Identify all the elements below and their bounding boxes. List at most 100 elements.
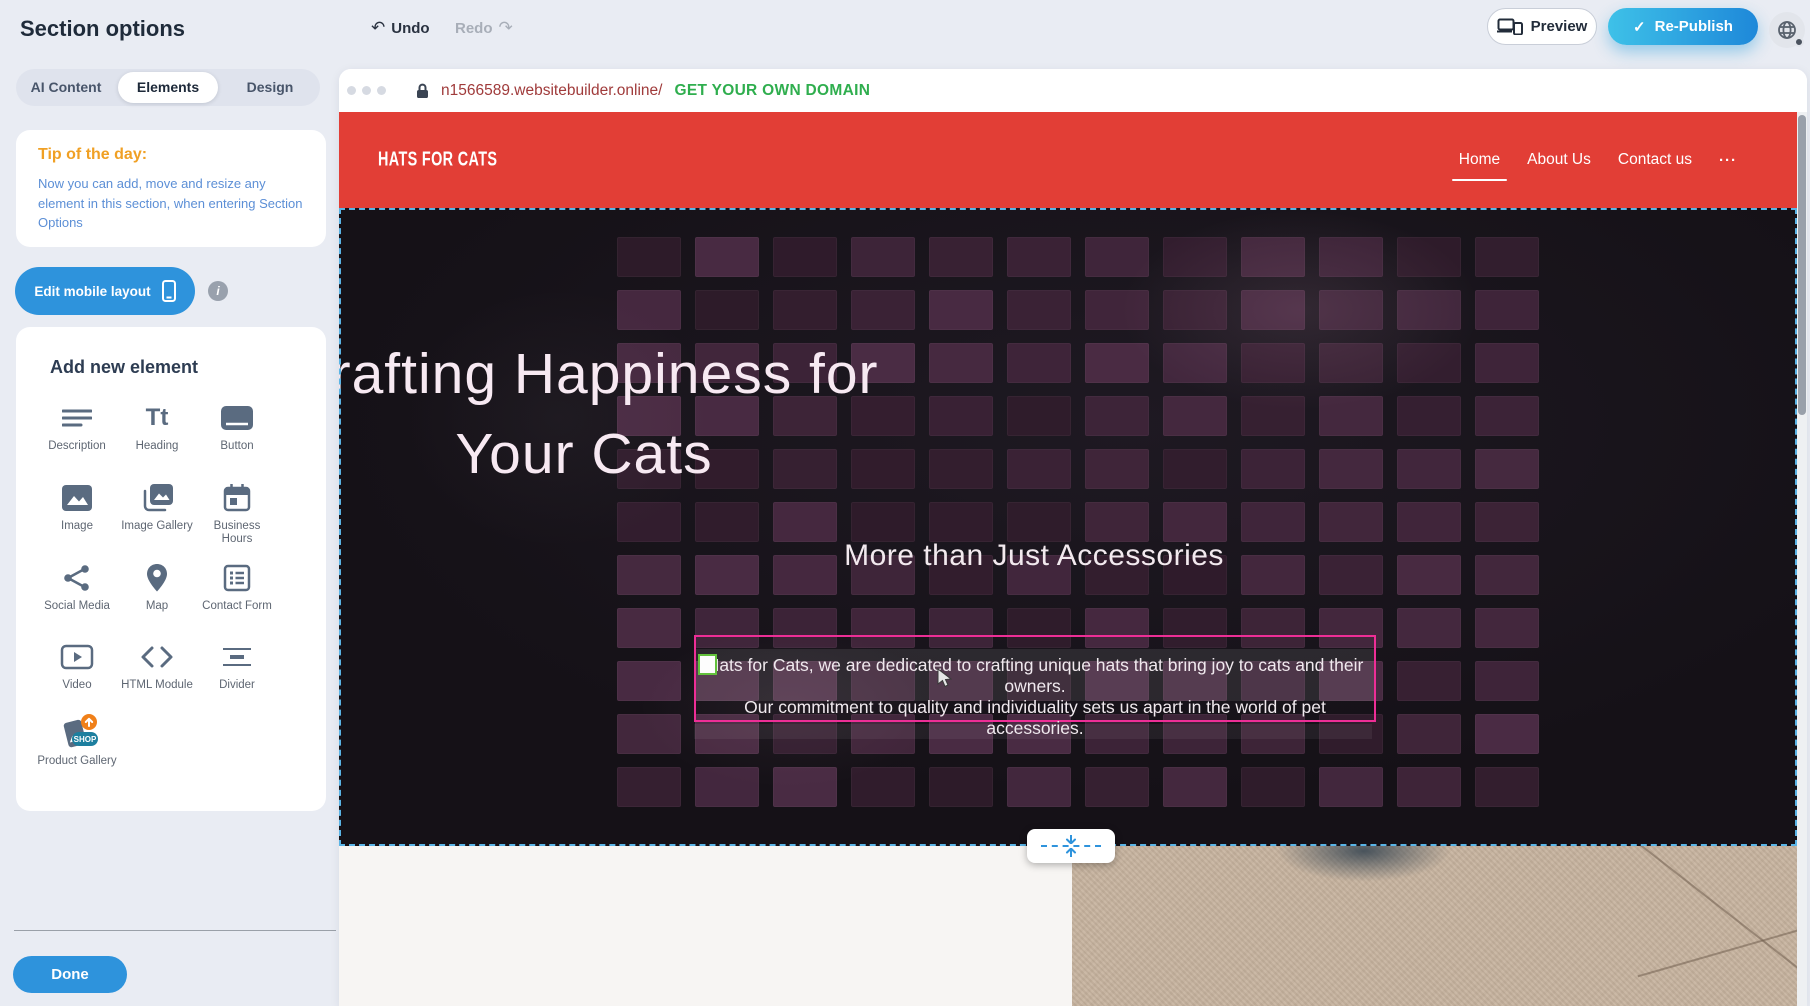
image-icon: [61, 484, 93, 512]
element-html-module[interactable]: HTML Module: [117, 639, 197, 692]
hero-tile: [1319, 767, 1383, 807]
element-label: Button: [220, 440, 253, 453]
phone-icon: [162, 280, 176, 302]
site-logo[interactable]: HATS FOR CATS: [378, 149, 497, 172]
business-hours-icon: [222, 483, 252, 513]
map-pin-icon: [145, 563, 169, 593]
element-business-hours[interactable]: Business Hours: [197, 480, 277, 546]
hero-heading-line: Crafting Happiness for: [339, 334, 1034, 414]
undo-button[interactable]: ↶ Undo: [371, 15, 430, 41]
hero-tile: [617, 290, 681, 330]
hero-tile: [1241, 343, 1305, 383]
sidebar-divider: [14, 930, 336, 931]
element-image-gallery[interactable]: Image Gallery: [117, 480, 197, 533]
hero-tile: [773, 502, 837, 542]
element-drag-handle[interactable]: [698, 654, 717, 675]
element-label: Video: [62, 679, 91, 692]
hero-tile: [1007, 767, 1071, 807]
element-video[interactable]: Video: [37, 639, 117, 692]
hero-tile: [617, 608, 681, 648]
next-section-left[interactable]: [339, 846, 1072, 1006]
hero-tile: [617, 237, 681, 277]
hero-tile: [929, 237, 993, 277]
done-button[interactable]: Done: [13, 956, 127, 993]
arrow-up-icon: [1065, 848, 1077, 857]
hero-tile: [1241, 555, 1305, 595]
hero-tile: [851, 767, 915, 807]
nav-about-us[interactable]: About Us: [1527, 145, 1591, 175]
divider-icon: [222, 646, 252, 668]
video-icon: [60, 644, 94, 670]
element-product-gallery[interactable]: SHOP Product Gallery: [37, 715, 117, 768]
republish-button[interactable]: ✓ Re-Publish: [1608, 8, 1758, 45]
preview-scrollbar-thumb[interactable]: [1798, 115, 1806, 415]
element-label: Description: [48, 440, 106, 453]
language-globe-button[interactable]: [1769, 12, 1805, 48]
hero-subheading[interactable]: More than Just Accessories: [844, 539, 1224, 573]
preview-button[interactable]: Preview: [1487, 8, 1597, 45]
url-text[interactable]: n1566589.websitebuilder.online/: [441, 82, 662, 100]
hero-tile: [1397, 290, 1461, 330]
tip-title: Tip of the day:: [38, 146, 147, 164]
nav-home[interactable]: Home: [1459, 145, 1500, 175]
hero-tile: [1085, 237, 1149, 277]
hero-tile: [929, 502, 993, 542]
hero-tile: [1163, 290, 1227, 330]
info-icon[interactable]: i: [208, 281, 228, 301]
hero-tile: [1163, 237, 1227, 277]
next-section-image[interactable]: [1072, 846, 1797, 1006]
nav-more-button[interactable]: ···: [1719, 146, 1737, 175]
section-resize-handle[interactable]: [1027, 829, 1115, 863]
element-divider[interactable]: Divider: [197, 639, 277, 692]
mouse-cursor: [937, 668, 952, 688]
nav-contact-us[interactable]: Contact us: [1618, 145, 1692, 175]
element-button[interactable]: Button: [197, 400, 277, 453]
element-contact-form[interactable]: Contact Form: [197, 560, 277, 613]
hero-tile: [851, 237, 915, 277]
tab-elements[interactable]: Elements: [118, 72, 218, 103]
hero-tile: [695, 555, 759, 595]
hero-tile: [1007, 237, 1071, 277]
element-social-media[interactable]: Social Media: [37, 560, 117, 613]
tab-ai-content[interactable]: AI Content: [16, 69, 116, 106]
hero-tile: [1397, 714, 1461, 754]
get-domain-link[interactable]: GET YOUR OWN DOMAIN: [674, 82, 870, 100]
redo-button[interactable]: Redo ↷: [455, 15, 513, 41]
site-preview-frame: n1566589.websitebuilder.online/ GET YOUR…: [339, 69, 1807, 1006]
element-heading[interactable]: Tt Heading: [117, 400, 197, 453]
tab-design[interactable]: Design: [220, 69, 320, 106]
element-image[interactable]: Image: [37, 480, 117, 533]
hero-tile: [695, 767, 759, 807]
hero-tile: [1397, 343, 1461, 383]
hero-tile: [617, 502, 681, 542]
hero-tile: [851, 502, 915, 542]
hero-tile: [617, 661, 681, 701]
element-description[interactable]: Description: [37, 400, 117, 453]
hero-tile: [1475, 343, 1539, 383]
hero-paragraph[interactable]: Hats for Cats, we are dedicated to craft…: [696, 655, 1374, 739]
html-code-icon: [140, 645, 174, 669]
tip-of-the-day-card: Tip of the day: Now you can add, move an…: [16, 130, 326, 247]
hero-tile: [1007, 290, 1071, 330]
hero-section[interactable]: Crafting Happiness for Your Cats More th…: [339, 208, 1797, 846]
add-panel-title: Add new element: [50, 357, 198, 378]
hero-tile: [617, 555, 681, 595]
hero-tile: [1163, 502, 1227, 542]
selected-paragraph-box[interactable]: Hats for Cats, we are dedicated to craft…: [694, 635, 1376, 722]
hero-tile: [695, 237, 759, 277]
undo-label: Undo: [391, 20, 429, 37]
window-dot: [377, 86, 386, 95]
hero-tile: [851, 290, 915, 330]
done-label: Done: [51, 966, 89, 983]
window-dot: [347, 86, 356, 95]
hero-tile: [1241, 502, 1305, 542]
hero-heading[interactable]: Crafting Happiness for Your Cats: [339, 334, 1034, 494]
hero-tile: [773, 237, 837, 277]
element-label: Divider: [219, 679, 255, 692]
hero-tile: [1085, 290, 1149, 330]
description-icon: [62, 407, 92, 429]
hero-tile: [695, 290, 759, 330]
element-map[interactable]: Map: [117, 560, 197, 613]
edit-mobile-layout-button[interactable]: Edit mobile layout: [15, 267, 195, 315]
hero-tile: [695, 502, 759, 542]
